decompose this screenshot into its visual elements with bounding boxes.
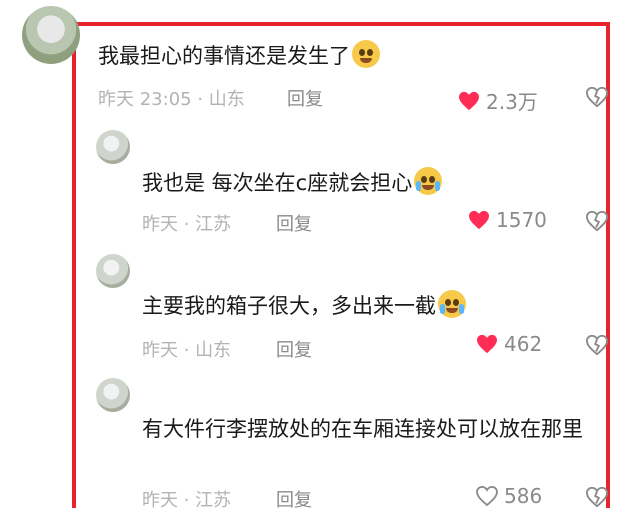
like-button[interactable]: 586 bbox=[476, 484, 542, 508]
dislike-icon[interactable] bbox=[586, 486, 608, 508]
comment-text-2: 我也是 每次坐在c座就会担心 bbox=[142, 167, 443, 198]
avatar[interactable] bbox=[22, 6, 80, 64]
dislike-icon[interactable] bbox=[586, 210, 608, 232]
comment-text-1: 我最担心的事情还是发生了 bbox=[98, 40, 380, 71]
avatar[interactable] bbox=[96, 130, 130, 164]
comment-meta-4: 昨天 · 江苏 bbox=[142, 490, 232, 511]
emoji-laugh-cry-icon bbox=[414, 167, 443, 195]
reply-button[interactable]: 回复 bbox=[276, 336, 312, 362]
comment-meta-3: 昨天 · 山东 bbox=[142, 340, 232, 361]
emoji-cry-icon bbox=[438, 290, 466, 318]
heart-icon bbox=[469, 210, 489, 230]
comment-text-3: 主要我的箱子很大，多出来一截 bbox=[142, 290, 466, 321]
dislike-icon[interactable] bbox=[586, 86, 608, 108]
emoji-pleading-icon bbox=[352, 40, 380, 68]
like-button[interactable]: 462 bbox=[476, 332, 542, 356]
like-button[interactable]: 2.3万 bbox=[458, 86, 538, 115]
comment-text-4: 有大件行李摆放处的在车厢连接处可以放在那里 bbox=[142, 417, 583, 441]
like-count: 586 bbox=[504, 484, 543, 508]
heart-icon bbox=[477, 334, 497, 354]
comment-meta-2: 昨天 · 江苏 bbox=[142, 214, 232, 235]
heart-icon bbox=[476, 486, 498, 506]
comment-meta-1: 昨天 23:05 · 山东 bbox=[98, 89, 245, 110]
like-count: 1570 bbox=[496, 208, 547, 232]
reply-button[interactable]: 回复 bbox=[276, 210, 312, 236]
like-count: 2.3万 bbox=[486, 90, 538, 114]
reply-button[interactable]: 回复 bbox=[276, 486, 312, 512]
heart-icon bbox=[459, 91, 479, 110]
dislike-icon[interactable] bbox=[586, 334, 608, 356]
like-button[interactable]: 1570 bbox=[468, 208, 547, 232]
like-count: 462 bbox=[504, 332, 543, 356]
reply-button[interactable]: 回复 bbox=[287, 85, 323, 111]
avatar[interactable] bbox=[96, 254, 130, 288]
avatar[interactable] bbox=[96, 378, 130, 412]
